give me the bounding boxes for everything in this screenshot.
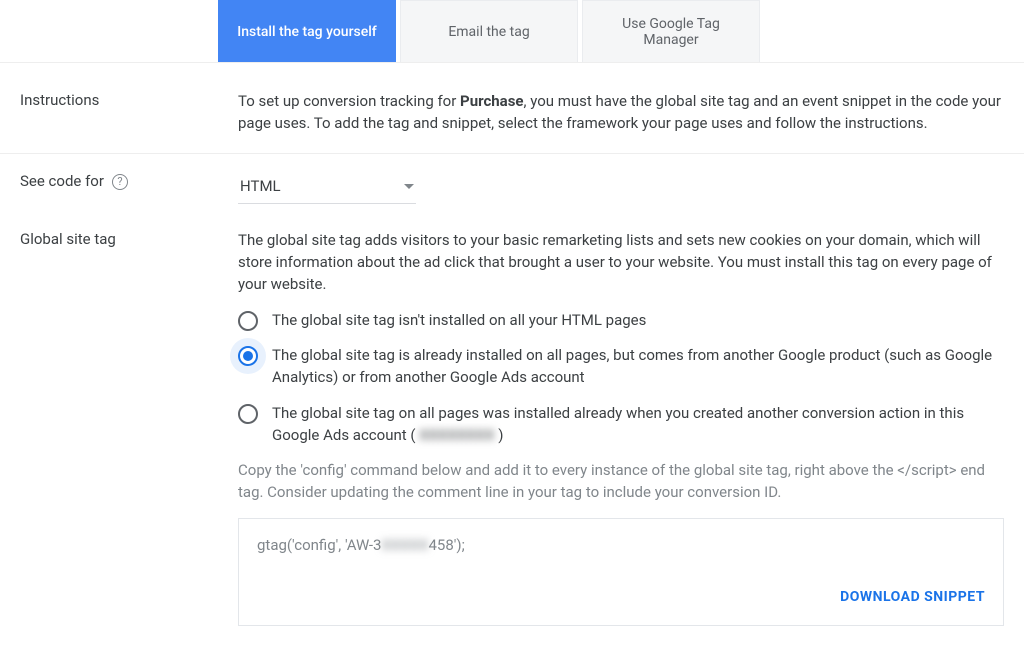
tab-bar: Install the tag yourself Email the tag U… xyxy=(0,0,1024,63)
instructions-prefix: To set up conversion tracking for xyxy=(238,92,460,110)
global-site-tag-label: Global site tag xyxy=(20,230,238,626)
masked-account: XXXXXXXX xyxy=(419,426,494,444)
framework-dropdown[interactable]: HTML xyxy=(238,172,416,205)
radio-option-not-installed[interactable]: The global site tag isn't installed on a… xyxy=(238,310,1004,332)
section-instructions: Instructions To set up conversion tracki… xyxy=(0,63,1024,154)
code-snippet-box: gtag('config', 'AW-3XXXXX458'); DOWNLOAD… xyxy=(238,518,1004,626)
radio-icon xyxy=(238,346,258,366)
radio-label-not-installed: The global site tag isn't installed on a… xyxy=(272,310,1004,332)
help-icon[interactable]: ? xyxy=(112,174,128,190)
radio-icon xyxy=(238,311,258,331)
instructions-bold: Purchase xyxy=(460,92,523,110)
tab-install-yourself[interactable]: Install the tag yourself xyxy=(218,0,396,62)
section-global-site-tag: Global site tag The global site tag adds… xyxy=(0,222,1024,644)
radio-group-install-state: The global site tag isn't installed on a… xyxy=(238,310,1004,447)
instructions-label: Instructions xyxy=(20,91,238,135)
download-snippet-button[interactable]: DOWNLOAD SNIPPET xyxy=(840,587,985,607)
config-hint-text: Copy the 'config' command below and add … xyxy=(238,460,1004,504)
framework-dropdown-value: HTML xyxy=(240,176,281,198)
masked-code: XXXXX xyxy=(381,536,428,554)
tab-use-gtm[interactable]: Use Google Tag Manager xyxy=(582,0,760,62)
radio-icon xyxy=(238,404,258,424)
radio-label-another-conversion: The global site tag on all pages was ins… xyxy=(272,403,1004,447)
global-site-tag-description: The global site tag adds visitors to you… xyxy=(238,230,1004,295)
radio-label-from-other-product: The global site tag is already installed… xyxy=(272,345,1004,389)
section-see-code: See code for ? HTML xyxy=(0,154,1024,223)
radio-option-from-other-product[interactable]: The global site tag is already installed… xyxy=(238,345,1004,389)
chevron-down-icon xyxy=(404,184,414,189)
instructions-text: To set up conversion tracking for Purcha… xyxy=(238,91,1024,135)
radio-option-another-conversion[interactable]: The global site tag on all pages was ins… xyxy=(238,403,1004,447)
tab-email-tag[interactable]: Email the tag xyxy=(400,0,578,62)
see-code-label: See code for xyxy=(20,172,104,190)
code-snippet-text: gtag('config', 'AW-3XXXXX458'); xyxy=(239,519,1003,573)
